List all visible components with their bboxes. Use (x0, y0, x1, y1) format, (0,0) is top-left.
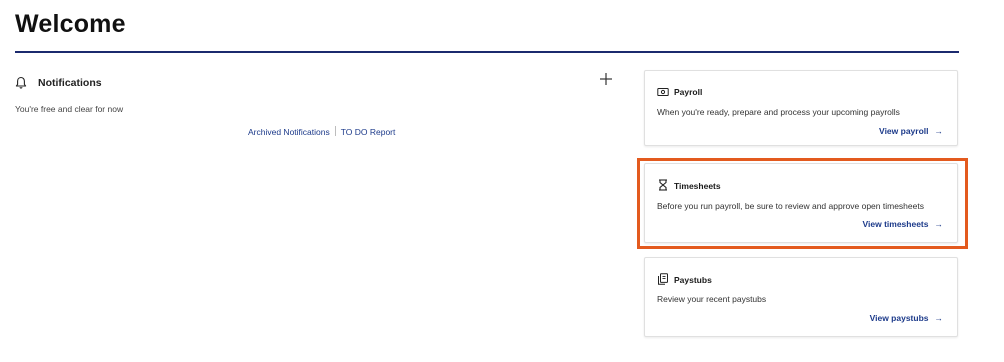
link-separator (334, 126, 336, 136)
money-icon (657, 85, 669, 97)
arrow-right-icon: → (934, 219, 944, 229)
archived-notifications-link[interactable]: Archived Notifications (248, 127, 330, 137)
title-divider (15, 51, 959, 53)
paystubs-card-title: Paystubs (674, 275, 712, 285)
view-timesheets-label: View timesheets (862, 219, 929, 229)
timesheets-card: Timesheets Before you run payroll, be su… (644, 163, 958, 243)
welcome-page: Welcome Notifications You're free and cl… (0, 0, 1004, 362)
view-payroll-label: View payroll (879, 126, 929, 136)
payroll-card-title: Payroll (674, 87, 703, 97)
documents-icon (657, 272, 669, 285)
notifications-title: Notifications (38, 77, 102, 89)
view-payroll-link[interactable]: View payroll → (879, 126, 943, 136)
view-timesheets-link[interactable]: View timesheets → (863, 219, 944, 229)
timesheets-card-title: Timesheets (674, 181, 721, 191)
view-paystubs-link[interactable]: View paystubs → (870, 313, 943, 323)
plus-icon (600, 73, 612, 85)
timesheets-card-description: Before you run payroll, be sure to revie… (657, 201, 924, 211)
notification-links: Archived Notifications TO DO Report (248, 126, 395, 137)
view-paystubs-label: View paystubs (869, 313, 929, 323)
payroll-card: Payroll When you're ready, prepare and p… (644, 70, 958, 146)
paystubs-card-description: Review your recent paystubs (657, 294, 767, 304)
payroll-card-description: When you're ready, prepare and process y… (657, 107, 900, 117)
notifications-empty-message: You're free and clear for now (15, 104, 124, 114)
arrow-right-icon: → (934, 126, 944, 136)
hourglass-icon (657, 178, 669, 191)
bell-icon (15, 76, 27, 90)
todo-report-link[interactable]: TO DO Report (341, 127, 396, 137)
notifications-header: Notifications (15, 73, 615, 92)
page-title: Welcome (15, 10, 126, 38)
arrow-right-icon: → (934, 313, 944, 323)
paystubs-card: Paystubs Review your recent paystubs Vie… (644, 257, 958, 337)
add-notification-button[interactable] (599, 72, 613, 86)
